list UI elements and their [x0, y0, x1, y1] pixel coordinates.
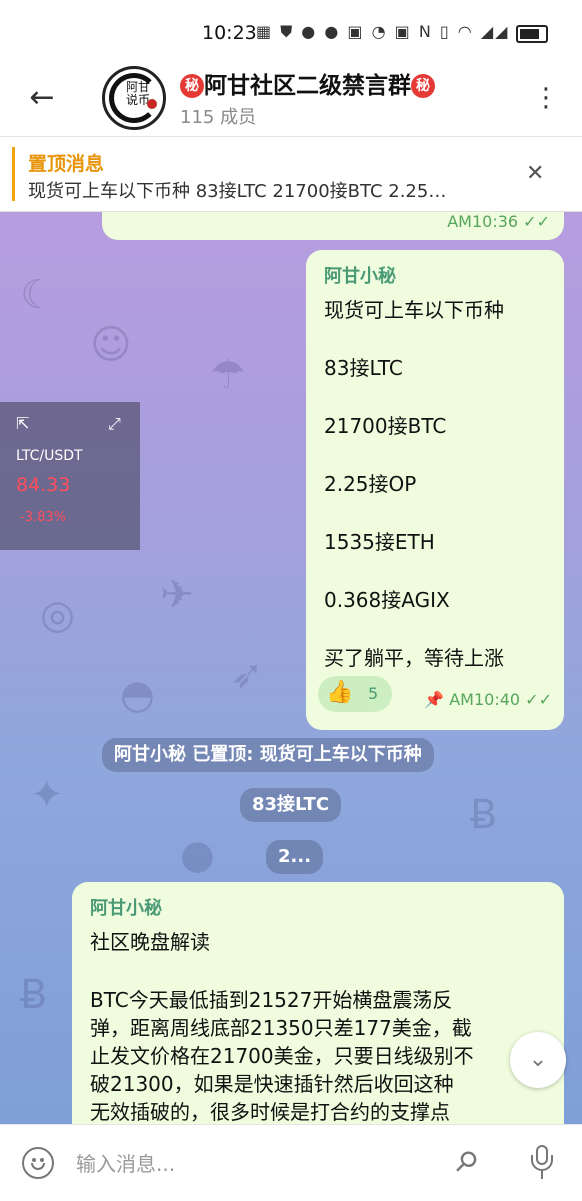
ticker-price: 84.33	[16, 474, 71, 496]
microphone-icon[interactable]	[528, 1145, 556, 1181]
secret-badge-icon: 秘	[180, 74, 204, 98]
rocket-doodle-icon: ➶	[230, 652, 264, 698]
battery-icon	[516, 25, 548, 43]
astronaut-doodle-icon: ☺	[90, 322, 132, 368]
message-line: 2.25接OP	[324, 472, 417, 496]
message-time: 📌 AM10:40 ✓✓	[424, 690, 552, 709]
message-line: BTC今天最低插到21527开始横盘震荡反	[90, 988, 453, 1012]
expand-icon[interactable]: ⤢	[108, 414, 121, 434]
message-line: 1535接ETH	[324, 530, 435, 554]
pinned-label: 置顶消息	[28, 153, 105, 175]
service-message: 阿甘小秘 已置顶: 现货可上车以下币种	[102, 738, 434, 772]
pinned-text: 现货可上车以下币种 83接LTC 21700接BTC 2.25…	[28, 181, 447, 202]
scroll-down-icon[interactable]: ⌄	[510, 1032, 566, 1088]
group-title[interactable]: 秘阿甘社区二级禁言群秘	[180, 66, 435, 100]
back-arrow-icon[interactable]: ←	[22, 78, 62, 118]
message-line: 买了躺平，等待上涨	[324, 646, 504, 670]
reaction-count: 5	[368, 684, 379, 703]
ufo-doodle-icon: ◓	[120, 672, 155, 718]
status-icons: ▦ ⛊ ● ● ▣ ◔ ▣ Ν ▯ ◠ ◢◢	[256, 22, 510, 41]
message-line: 弹，距离周线底部21350只差177美金，截	[90, 1016, 472, 1040]
status-bar: 10:23 ▦ ⛊ ● ● ▣ ◔ ▣ Ν ▯ ◠ ◢◢	[0, 0, 582, 62]
bitcoin-doodle-icon: Ƀ	[20, 972, 48, 1018]
parachute-doodle-icon: ☂	[210, 352, 246, 398]
price-ticker-overlay[interactable]: ⇱ ⤢ LTC/USDT 84.33 -3.83%	[0, 402, 140, 550]
message-sender: 阿甘小秘	[90, 898, 162, 919]
ticker-change: -3.83%	[20, 510, 66, 525]
message-input[interactable]	[76, 1149, 446, 1179]
message-line: 破21300，如果是快速插针然后收回这种	[90, 1072, 454, 1096]
status-time: 10:23	[202, 22, 257, 44]
pin-icon: 📌	[424, 690, 445, 709]
service-message: 83接LTC	[240, 788, 342, 822]
group-title-text: 阿甘社区二级禁言群	[204, 73, 411, 99]
unpin-icon[interactable]: ✕	[526, 161, 544, 186]
message-line: 0.368接AGIX	[324, 588, 450, 612]
ticker-pair: LTC/USDT	[16, 448, 83, 464]
pinned-message-bar[interactable]: 置顶消息 现货可上车以下币种 83接LTC 21700接BTC 2.25… ✕	[0, 137, 582, 212]
message-bubble[interactable]: 阿甘小秘 现货可上车以下币种 83接LTC 21700接BTC 2.25接OP …	[306, 250, 564, 730]
message-bubble-previous[interactable]: AM10:36 ✓✓	[102, 212, 564, 240]
ball-doodle-icon: ●	[180, 832, 215, 878]
message-line: 止发文价格在21700美金，只要日线级别不	[90, 1044, 474, 1068]
planet-doodle-icon: ◎	[40, 592, 75, 638]
star-doodle-icon: ✦	[30, 772, 64, 818]
more-options-icon[interactable]: ⋮	[532, 78, 560, 118]
chat-area[interactable]: ☾ ☺ ☂ ◎ ✈ ◓ ✦ ➶ ● Ƀ Ƀ AM10:36 ✓✓ 阿甘小秘 现货…	[0, 212, 582, 1124]
message-line: 现货可上车以下币种	[324, 298, 504, 322]
thumbs-up-icon: 👍	[326, 680, 354, 705]
reaction-chip[interactable]: 👍 5	[318, 676, 392, 712]
attach-icon[interactable]: ⚲	[447, 1143, 485, 1181]
bitcoin-doodle-icon: Ƀ	[470, 792, 498, 838]
message-line: 21700接BTC	[324, 414, 447, 438]
message-bubble[interactable]: 阿甘小秘 社区晚盘解读 BTC今天最低插到21527开始横盘震荡反 弹，距离周线…	[72, 882, 564, 1124]
message-sender: 阿甘小秘	[324, 266, 396, 287]
collapse-icon[interactable]: ⇱	[16, 414, 29, 433]
message-time: AM10:36 ✓✓	[447, 212, 550, 231]
moon-doodle-icon: ☾	[20, 272, 56, 318]
message-input-bar: ⚲	[0, 1124, 582, 1201]
pinned-accent-bar	[12, 147, 15, 201]
group-avatar[interactable]: 阿甘说币	[102, 66, 166, 130]
message-line: 83接LTC	[324, 356, 403, 380]
service-message: 2...	[266, 840, 324, 874]
message-line: 无效插破的，很多时候是打合约的支撑点	[90, 1100, 450, 1124]
secret-badge-icon: 秘	[411, 74, 435, 98]
emoji-icon[interactable]	[22, 1147, 54, 1179]
member-count: 115 成员	[180, 107, 257, 128]
message-line: 社区晚盘解读	[90, 930, 210, 954]
chat-header: ← 阿甘说币 秘阿甘社区二级禁言群秘 115 成员 ⋮	[0, 62, 582, 137]
bird-doodle-icon: ✈	[160, 572, 194, 618]
